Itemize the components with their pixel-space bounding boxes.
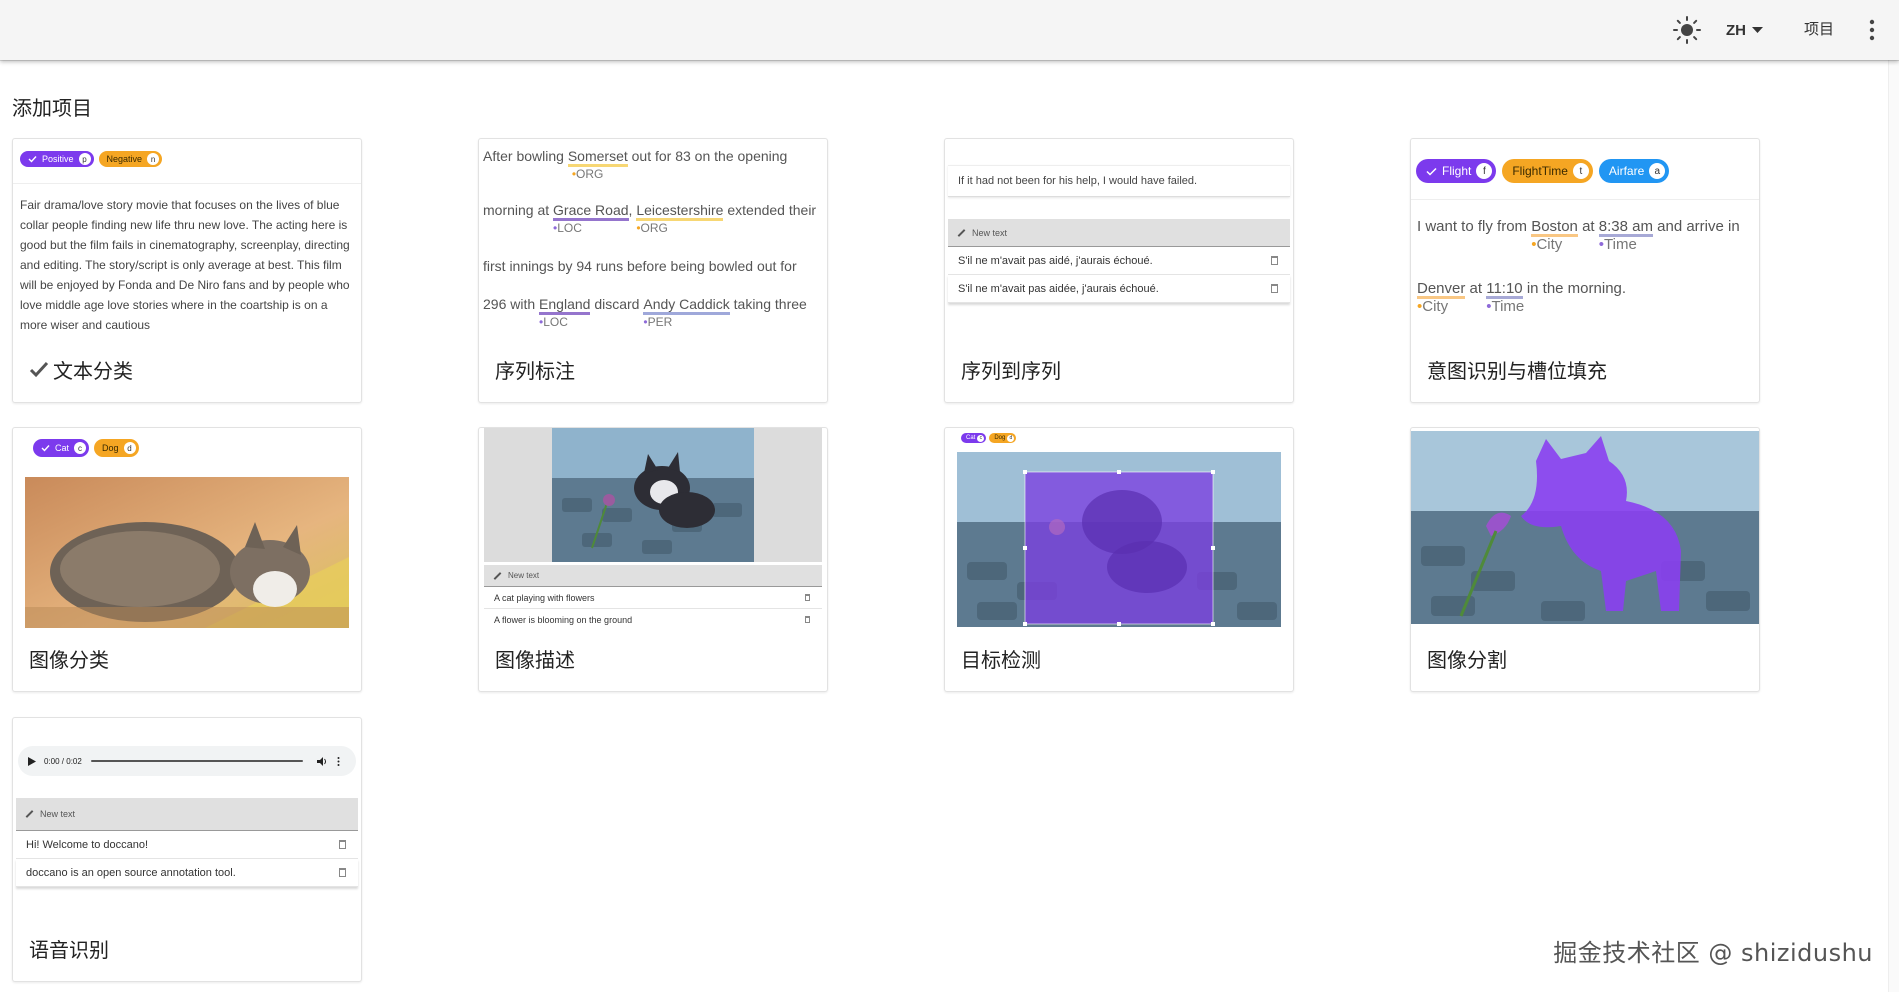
new-text-input[interactable]: New text xyxy=(484,565,822,587)
volume-icon[interactable] xyxy=(316,756,327,766)
label-chip-airfare: Airfare a xyxy=(1598,159,1670,183)
audio-progress-bar[interactable] xyxy=(90,760,303,762)
sample-line-4: 296 with England •LOC discard Andy Caddic… xyxy=(483,296,807,329)
pencil-icon xyxy=(957,228,966,237)
kitten-photo xyxy=(1411,431,1759,624)
sample-text: Fair drama/love story movie that focuses… xyxy=(20,198,350,332)
label-chip-flight: Flight f xyxy=(1416,159,1497,183)
card-image-caption[interactable]: New text A cat playing with flowers A fl… xyxy=(478,427,828,692)
source-text: If it had not been for his help, I would… xyxy=(948,165,1290,197)
delete-icon[interactable] xyxy=(805,616,810,623)
card-object-detection[interactable]: Cat c Dog d 目标检测 xyxy=(944,427,1294,692)
card-title: 文本分类 xyxy=(29,355,133,384)
card-preview: Flight f FlightTime t Airfare a I want t… xyxy=(1411,139,1759,339)
list-item: S'il ne m'avait pas aidée, j'aurais écho… xyxy=(948,275,1290,303)
check-icon xyxy=(29,361,49,377)
delete-icon[interactable] xyxy=(1271,284,1278,293)
list-item: doccano is an open source annotation too… xyxy=(16,859,358,887)
projects-button[interactable]: 项目 xyxy=(1804,18,1834,39)
app-bar: ZH 项目 xyxy=(0,0,1899,60)
card-intent-slot-filling[interactable]: Flight f FlightTime t Airfare a I want t… xyxy=(1410,138,1760,403)
card-preview: Cat c Dog d xyxy=(945,428,1293,628)
label-chip-flighttime: FlightTime t xyxy=(1502,159,1593,183)
delete-icon[interactable] xyxy=(339,868,346,877)
sample-line-2: morning at Grace Road •LOC, Leicestershir… xyxy=(483,202,817,235)
card-title: 图像分类 xyxy=(29,648,109,672)
delete-icon[interactable] xyxy=(339,840,346,849)
card-title: 序列到序列 xyxy=(961,359,1061,383)
pencil-icon xyxy=(493,571,502,580)
scrollbar[interactable] xyxy=(1888,60,1899,992)
card-preview: 0:00 / 0:02 New text Hi! Welcome to docc… xyxy=(13,718,361,918)
check-icon xyxy=(41,445,50,452)
label-chip-positive: Positive p xyxy=(20,151,94,167)
card-preview: Cat c Dog d xyxy=(13,428,361,628)
kitten-photo xyxy=(552,428,754,562)
more-vert-icon[interactable] xyxy=(1866,17,1878,43)
card-preview: New text A cat playing with flowers A fl… xyxy=(479,428,827,628)
pencil-icon xyxy=(25,810,34,818)
kitten-photo xyxy=(957,452,1281,627)
delete-icon[interactable] xyxy=(1271,256,1278,265)
new-text-input[interactable]: New text xyxy=(948,219,1290,247)
cat-photo xyxy=(25,477,349,628)
new-text-input[interactable]: New text xyxy=(16,798,358,831)
card-text-classification[interactable]: Positive p Negative n Fair drama/love st… xyxy=(12,138,362,403)
list-item: A cat playing with flowers xyxy=(484,587,822,609)
sample-line-3: first innings by 94 runs before being bo… xyxy=(483,258,797,274)
card-sequence-labeling[interactable]: After bowling Somerset •ORG out for 83 on… xyxy=(478,138,828,403)
check-icon xyxy=(1426,167,1437,176)
label-chip-cat: Cat c xyxy=(33,439,90,457)
more-vert-icon[interactable] xyxy=(337,756,340,766)
audio-time: 0:00 / 0:02 xyxy=(44,756,82,766)
card-title: 目标检测 xyxy=(961,648,1041,672)
delete-icon[interactable] xyxy=(805,594,810,601)
caret-down-icon xyxy=(1752,26,1763,33)
card-title: 图像描述 xyxy=(495,648,575,672)
language-menu-button[interactable]: ZH xyxy=(1726,18,1763,42)
audio-player[interactable]: 0:00 / 0:02 xyxy=(18,746,356,776)
sample-line-1: After bowling Somerset •ORG out for 83 on… xyxy=(483,148,788,181)
brightness-icon[interactable] xyxy=(1672,15,1702,45)
page-title: 添加项目 xyxy=(12,98,92,120)
card-title: 语音识别 xyxy=(29,938,109,962)
card-preview: Positive p Negative n Fair drama/love st… xyxy=(13,139,361,339)
card-title: 序列标注 xyxy=(495,359,575,383)
play-icon[interactable] xyxy=(28,756,36,766)
card-preview: After bowling Somerset •ORG out for 83 on… xyxy=(479,139,827,339)
sample-line-2: Denver •City at 11:10 •Time in the morning… xyxy=(1417,280,1627,315)
list-item: S'il ne m'avait pas aidé, j'aurais échou… xyxy=(948,247,1290,275)
card-image-classification[interactable]: Cat c Dog d 图像分类 xyxy=(12,427,362,692)
card-preview xyxy=(1411,428,1759,628)
card-title: 意图识别与槽位填充 xyxy=(1427,359,1607,383)
card-speech-recognition[interactable]: 0:00 / 0:02 New text Hi! Welcome to docc… xyxy=(12,717,362,982)
label-chip-dog: Dog d xyxy=(94,439,139,457)
list-item: A flower is blooming on the ground xyxy=(484,609,822,628)
label-chip-dog: Dog d xyxy=(989,433,1017,443)
list-item: Hi! Welcome to doccano! xyxy=(16,831,358,859)
sample-line-1: I want to fly from Boston •City at 8:38 a… xyxy=(1417,218,1740,253)
check-icon xyxy=(28,156,37,163)
card-image-segmentation[interactable]: 图像分割 xyxy=(1410,427,1760,692)
card-preview: If it had not been for his help, I would… xyxy=(945,139,1293,339)
label-chip-negative: Negative n xyxy=(98,151,163,167)
card-seq2seq[interactable]: If it had not been for his help, I would… xyxy=(944,138,1294,403)
label-chip-cat: Cat c xyxy=(961,433,987,443)
watermark: 掘金技术社区 @ shizidushu xyxy=(1553,939,1873,967)
card-title: 图像分割 xyxy=(1427,648,1507,672)
language-label: ZH xyxy=(1726,21,1746,39)
